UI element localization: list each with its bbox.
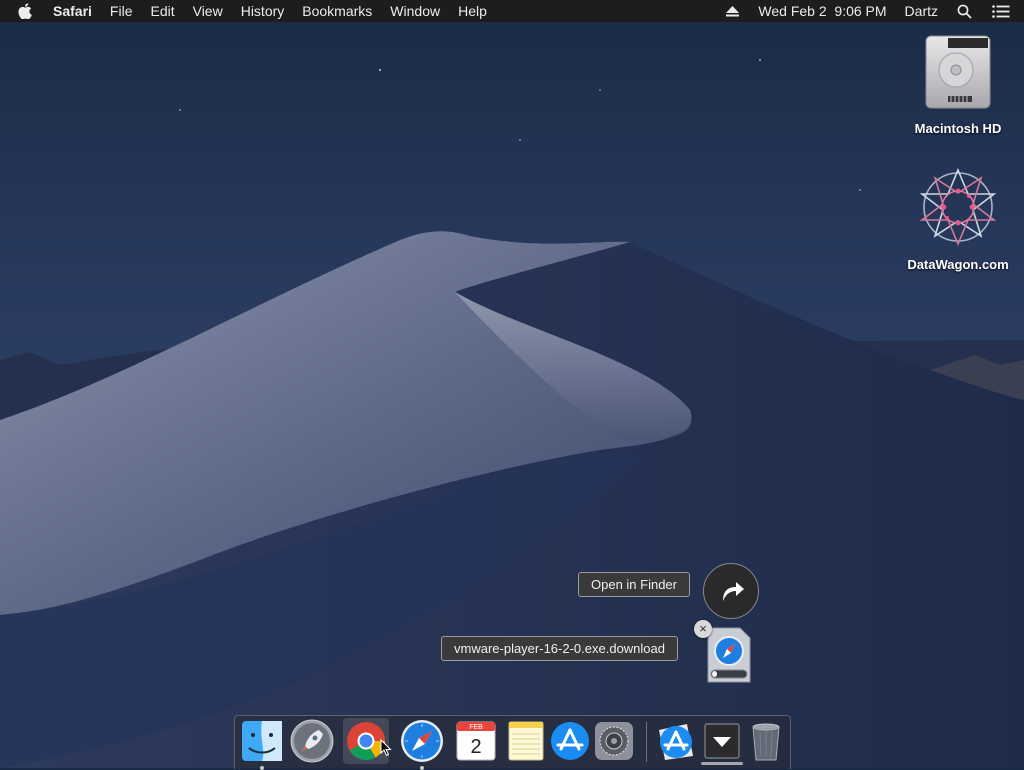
open-in-finder-label[interactable]: Open in Finder xyxy=(578,572,690,597)
desktop-icon-label: DataWagon.com xyxy=(907,257,1009,272)
notes-icon xyxy=(508,721,544,761)
stack-scroll-indicator xyxy=(701,762,743,765)
curved-arrow-icon xyxy=(723,582,744,601)
dock: FEB 2 xyxy=(234,715,791,770)
desktop-icon-label: Macintosh HD xyxy=(914,121,1002,136)
app-store-icon xyxy=(659,724,693,760)
desktop-icon-macintosh-hd[interactable]: Macintosh HD xyxy=(903,32,1013,136)
system-preferences-icon xyxy=(595,722,633,760)
dock-item-downloads[interactable] xyxy=(699,718,745,764)
menu-user[interactable]: Dartz xyxy=(896,0,947,22)
mouse-cursor-icon xyxy=(380,739,392,757)
dock-item-calendar[interactable]: FEB 2 xyxy=(453,718,499,764)
running-indicator xyxy=(420,766,424,770)
calendar-day: 2 xyxy=(470,736,481,758)
dock-item-finder[interactable] xyxy=(239,718,285,770)
download-file-item[interactable] xyxy=(706,626,752,684)
calendar-icon: FEB 2 xyxy=(456,721,496,761)
menu-app-name[interactable]: Safari xyxy=(44,0,101,22)
download-file-name[interactable]: vmware-player-16-2-0.exe.download xyxy=(441,636,678,661)
launchpad-icon xyxy=(290,719,334,763)
finder-icon xyxy=(242,721,282,761)
menu-file[interactable]: File xyxy=(101,0,142,22)
notification-center-icon[interactable] xyxy=(982,0,1024,22)
spotlight-search-icon[interactable] xyxy=(947,0,982,22)
safari-download-file-icon xyxy=(707,627,751,683)
menu-bar-extras: Wed Feb 2 9:06 PM Dartz xyxy=(716,0,1024,22)
cancel-download-button[interactable]: × xyxy=(694,620,712,638)
menu-view[interactable]: View xyxy=(184,0,232,22)
desktop-icon-datawagon[interactable]: DataWagon.com xyxy=(903,166,1013,272)
dock-item-launchpad[interactable] xyxy=(289,718,335,764)
menu-bookmarks[interactable]: Bookmarks xyxy=(293,0,381,22)
menu-window[interactable]: Window xyxy=(381,0,449,22)
open-in-finder-button[interactable] xyxy=(703,563,759,619)
menu-bar: Safari File Edit View History Bookmarks … xyxy=(0,0,1024,22)
running-indicator xyxy=(260,766,264,770)
app-store-icon xyxy=(551,722,589,760)
dock-item-app-store[interactable] xyxy=(547,718,593,764)
eject-icon[interactable] xyxy=(716,0,749,22)
downloads-stack-icon xyxy=(704,723,740,759)
menu-history[interactable]: History xyxy=(232,0,294,22)
download-progress-fill xyxy=(712,671,718,677)
dock-item-system-preferences[interactable] xyxy=(591,718,637,764)
menu-clock[interactable]: Wed Feb 2 9:06 PM xyxy=(749,0,895,22)
hard-drive-icon xyxy=(925,35,991,109)
dock-item-app-store-2[interactable] xyxy=(653,718,699,764)
dock-item-trash[interactable] xyxy=(743,718,789,764)
apple-logo-icon[interactable] xyxy=(0,0,44,22)
trash-icon xyxy=(752,723,780,761)
dock-item-safari[interactable] xyxy=(399,718,445,770)
menu-edit[interactable]: Edit xyxy=(141,0,183,22)
dock-item-notes[interactable] xyxy=(503,718,549,764)
datawagon-volume-icon xyxy=(919,167,997,247)
dock-separator xyxy=(646,722,647,762)
menu-help[interactable]: Help xyxy=(449,0,496,22)
safari-icon xyxy=(401,720,443,762)
calendar-month: FEB xyxy=(469,724,483,731)
